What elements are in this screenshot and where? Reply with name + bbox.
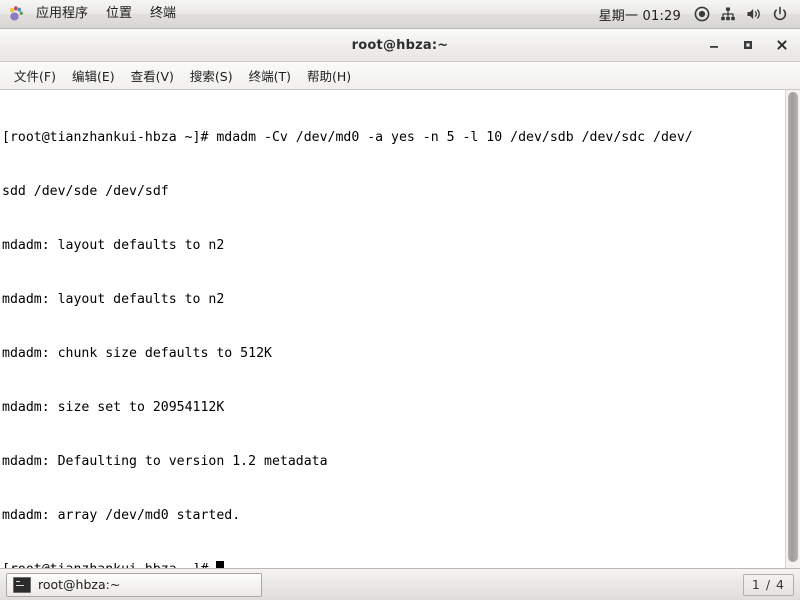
terminal-body-wrap: [root@tianzhankui-hbza ~]# mdadm -Cv /de… [0,90,800,568]
menu-help[interactable]: 帮助(H) [299,62,359,89]
window-controls [704,29,792,61]
top-panel-left-group: 应用程序 位置 终端 [0,0,185,28]
terminal-prompt-line: [root@tianzhankui-hbza ~]# [2,561,785,568]
menu-view[interactable]: 查看(V) [123,62,182,89]
panel-menu-applications[interactable]: 应用程序 [27,2,97,26]
terminal-line: mdadm: size set to 20954112K [2,400,225,415]
taskbar: root@hbza:~ 1 / 4 [0,568,800,600]
top-panel: 应用程序 位置 终端 星期一 01:29 [0,0,800,29]
terminal-line: mdadm: layout defaults to n2 [2,292,225,307]
terminal-line: mdadm: layout defaults to n2 [2,238,225,253]
volume-icon[interactable] [742,3,766,25]
window-titlebar[interactable]: root@hbza:~ [0,29,800,62]
panel-menu-places[interactable]: 位置 [97,2,141,26]
record-indicator-icon[interactable] [690,3,714,25]
workspace-switcher[interactable]: 1 / 4 [742,573,794,596]
terminal-scrollbar[interactable] [785,90,800,568]
minimize-button[interactable] [704,35,724,55]
terminal-scrollbar-thumb[interactable] [788,92,798,562]
network-icon[interactable] [716,3,740,25]
terminal-cursor [216,561,225,568]
menu-edit[interactable]: 编辑(E) [64,62,123,89]
menu-search[interactable]: 搜索(S) [182,62,241,89]
close-button[interactable] [772,35,792,55]
terminal-line: mdadm: Defaulting to version 1.2 metadat… [2,454,328,469]
terminal-line: sdd /dev/sde /dev/sdf [2,184,169,199]
terminal-line: mdadm: array /dev/md0 started. [2,508,241,523]
desktop: 应用程序 位置 终端 星期一 01:29 root@hbza:~ 文件(F) 编… [0,0,800,600]
taskbar-window-button-label: root@hbza:~ [38,577,121,592]
page-title: root@hbza:~ [351,37,449,53]
menu-file[interactable]: 文件(F) [6,62,64,89]
top-panel-right-group: 星期一 01:29 [592,0,800,28]
terminal-line: [root@tianzhankui-hbza ~]# mdadm -Cv /de… [2,130,693,145]
terminal-line: mdadm: chunk size defaults to 512K [2,346,272,361]
terminal-icon [13,576,31,593]
maximize-button[interactable] [738,35,758,55]
taskbar-window-button[interactable]: root@hbza:~ [6,572,262,597]
menu-terminal[interactable]: 终端(T) [241,62,299,89]
terminal-window: root@hbza:~ 文件(F) 编辑(E) 查看(V) 搜索(S) 终端(T… [0,29,800,568]
menubar: 文件(F) 编辑(E) 查看(V) 搜索(S) 终端(T) 帮助(H) [0,62,800,90]
clock[interactable]: 星期一 01:29 [592,2,688,27]
gnome-footprint-icon[interactable] [7,5,25,23]
terminal-output[interactable]: [root@tianzhankui-hbza ~]# mdadm -Cv /de… [0,90,785,568]
power-icon[interactable] [768,3,792,25]
panel-menu-terminal[interactable]: 终端 [141,2,185,26]
